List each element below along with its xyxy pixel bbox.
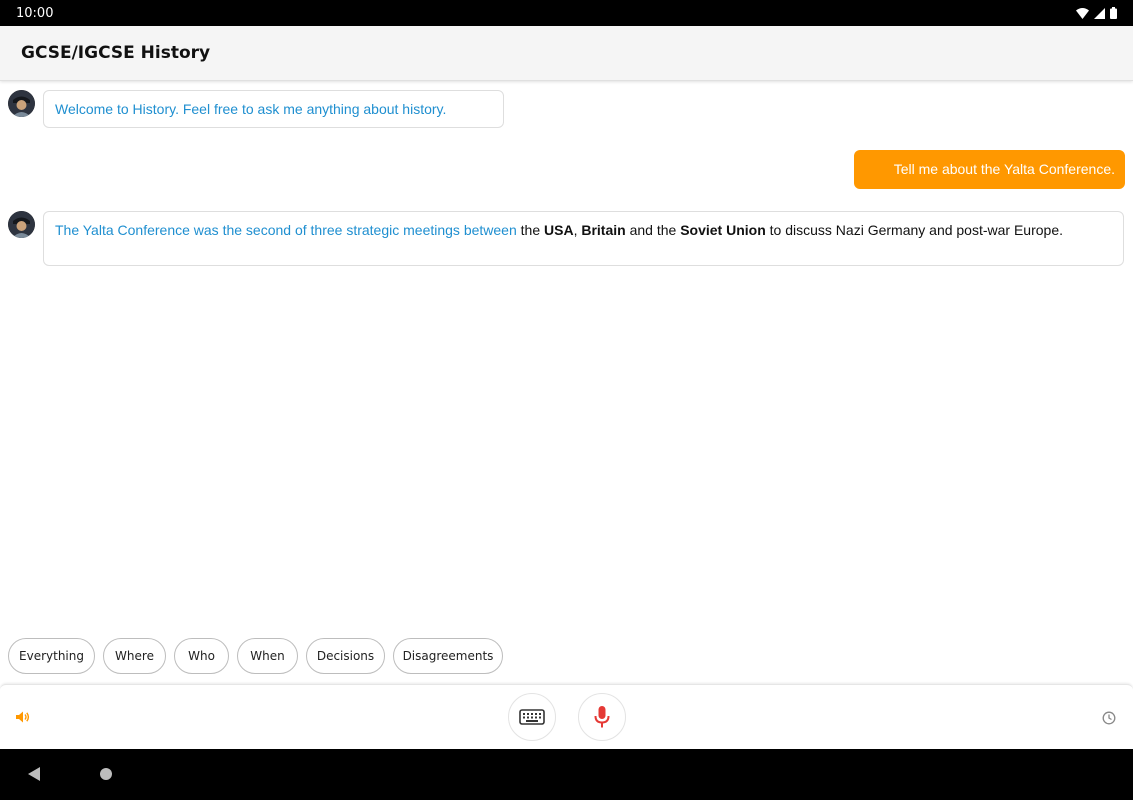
back-icon[interactable] (28, 767, 40, 781)
status-icons (1076, 6, 1117, 20)
answer-text: the (516, 222, 545, 238)
chip-everything[interactable]: Everything (8, 638, 95, 674)
app-bar: GCSE/IGCSE History (0, 26, 1133, 81)
chip-who[interactable]: Who (174, 638, 229, 674)
status-time: 10:00 (16, 6, 54, 21)
chip-disagreements[interactable]: Disagreements (393, 638, 503, 674)
history-icon[interactable] (1102, 711, 1116, 725)
chip-where[interactable]: Where (103, 638, 166, 674)
keyboard-button[interactable] (508, 693, 556, 741)
status-bar: 10:00 (0, 0, 1133, 26)
answer-text-bold: Britain (581, 222, 626, 238)
bot-message-answer: The Yalta Conference was the second of t… (43, 211, 1124, 266)
answer-text-bold: USA (544, 222, 574, 238)
bot-avatar (8, 90, 35, 117)
answer-text: to discuss Nazi Germany and post-war Eur… (765, 222, 1064, 238)
chip-decisions[interactable]: Decisions (306, 638, 385, 674)
microphone-button[interactable] (578, 693, 626, 741)
home-icon[interactable] (100, 768, 112, 780)
battery-icon (1110, 7, 1117, 19)
answer-text: and the (625, 222, 681, 238)
user-message-text: Tell me about the Yalta Conference. (893, 161, 1115, 177)
answer-text-link[interactable]: The Yalta Conference was the second of t… (55, 222, 517, 238)
chip-when[interactable]: When (237, 638, 298, 674)
answer-text-bold: Soviet Union (680, 222, 766, 238)
bot-avatar (8, 211, 35, 238)
navigation-bar (0, 749, 1133, 800)
speaker-icon[interactable] (16, 711, 30, 723)
user-message: Tell me about the Yalta Conference. (854, 150, 1125, 189)
wifi-icon (1076, 7, 1089, 19)
keyboard-icon (519, 709, 545, 725)
input-bar (0, 684, 1133, 749)
microphone-icon (594, 706, 610, 728)
bot-message-welcome: Welcome to History. Feel free to ask me … (43, 90, 504, 128)
signal-icon (1094, 7, 1105, 19)
page-title: GCSE/IGCSE History (21, 43, 211, 63)
bot-message-text: Welcome to History. Feel free to ask me … (55, 101, 447, 117)
